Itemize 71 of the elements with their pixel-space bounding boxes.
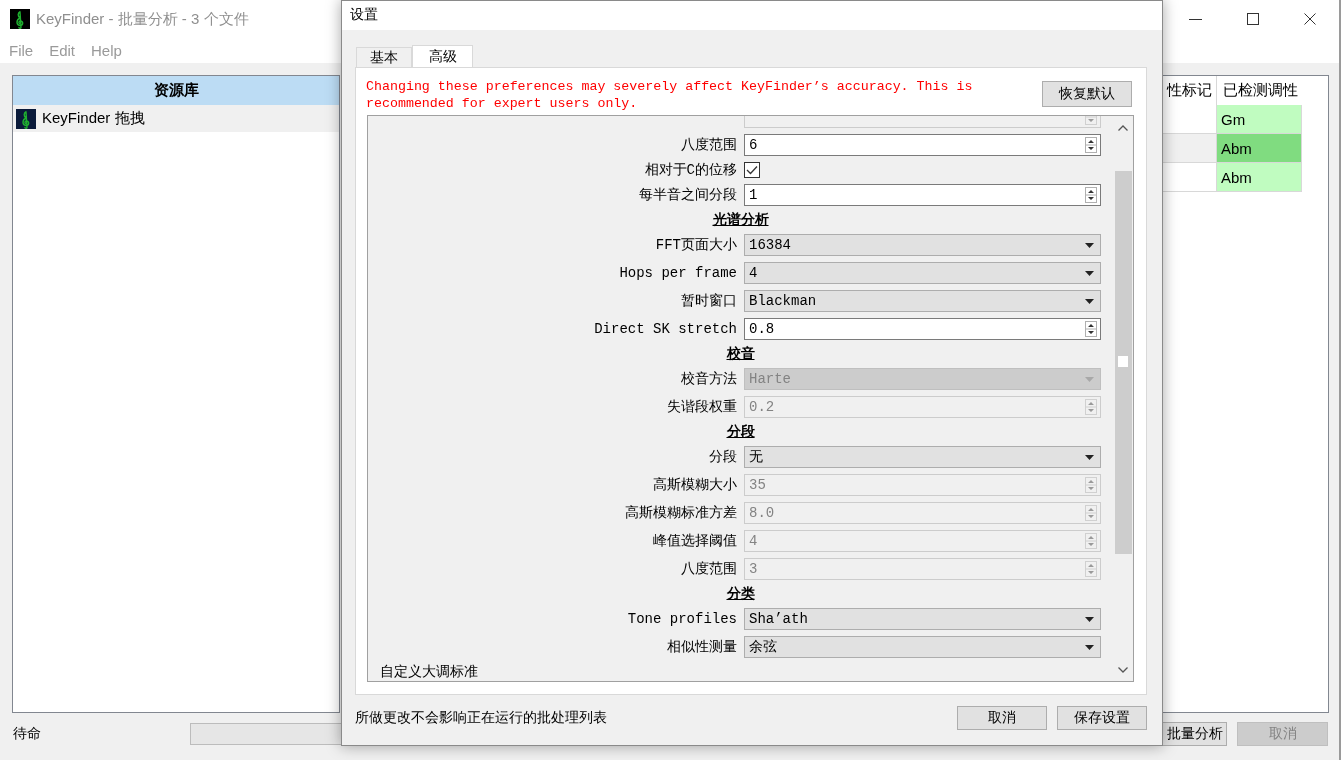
group-label: 自定义大调标准 bbox=[380, 664, 478, 680]
spin-arrows-icon bbox=[1085, 321, 1097, 337]
field-label: Tone profiles bbox=[627, 611, 737, 627]
status-text: 待命 bbox=[13, 725, 42, 743]
field-label: Hops per frame bbox=[619, 265, 737, 281]
section-heading: 光谱分析 bbox=[712, 212, 769, 228]
dropdown-field[interactable]: 无 bbox=[744, 446, 1101, 468]
cancel-button[interactable]: 取消 bbox=[957, 706, 1047, 730]
scroll-down-icon[interactable] bbox=[1118, 667, 1128, 673]
close-icon[interactable] bbox=[1304, 13, 1316, 25]
dropdown-field[interactable]: 16384 bbox=[744, 234, 1101, 256]
spin-field[interactable]: 0.8 bbox=[744, 318, 1101, 340]
field-label: 高斯模糊大小 bbox=[653, 477, 737, 493]
spin-arrows-icon bbox=[1085, 561, 1097, 577]
dropdown-arrow-icon bbox=[1085, 270, 1094, 276]
scrollbar-thumb[interactable] bbox=[1114, 171, 1132, 554]
library-header: 资源库 bbox=[13, 76, 339, 105]
warning-text: Changing these preferences may severely affect KeyFinder’s accuracy. This is recommended for expert users only. bbox=[366, 78, 974, 112]
key-cell: Gm bbox=[1217, 105, 1302, 134]
key-cell: Abm bbox=[1217, 134, 1302, 163]
dropdown-arrow-icon bbox=[1085, 298, 1094, 304]
dropdown-arrow-icon bbox=[1085, 616, 1094, 622]
dropdown-field[interactable]: 4 bbox=[744, 262, 1101, 284]
spin-arrows-icon bbox=[1085, 505, 1097, 521]
dropdown-arrow-icon bbox=[1085, 644, 1094, 650]
spin-field[interactable]: 6 bbox=[744, 134, 1101, 156]
tab[interactable]: 高级 bbox=[412, 45, 473, 67]
info-text: 所做更改不会影响正在运行的批处理列表 bbox=[355, 709, 607, 727]
dropdown-field[interactable]: Blackman bbox=[744, 290, 1101, 312]
section-heading: 分类 bbox=[726, 586, 755, 602]
section-heading: 分段 bbox=[726, 424, 755, 440]
field-label: 失谐段权重 bbox=[667, 399, 737, 415]
dropdown-field[interactable]: Sha’ath bbox=[744, 608, 1101, 630]
save-button[interactable]: 保存设置 bbox=[1057, 706, 1147, 730]
spin-arrows-icon bbox=[1085, 187, 1097, 203]
spin-arrows-icon bbox=[1085, 137, 1097, 153]
clef-icon bbox=[10, 9, 30, 29]
dialog-title: 设置 bbox=[350, 5, 378, 24]
field-label: 校音方法 bbox=[681, 371, 737, 387]
field-label: 相似性测量 bbox=[667, 639, 737, 655]
field-label: Direct SK stretch bbox=[594, 321, 737, 337]
field-label: 高斯模糊标准方差 bbox=[625, 505, 737, 521]
maximize-icon[interactable] bbox=[1247, 13, 1259, 25]
tab[interactable]: 基本 bbox=[356, 47, 412, 67]
key-cell: Abm bbox=[1217, 163, 1302, 192]
field-label: 八度范围 bbox=[681, 561, 737, 577]
spin-field[interactable]: 1 bbox=[744, 184, 1101, 206]
dropdown-arrow-icon bbox=[1085, 454, 1094, 460]
column-header[interactable]: 已检测调性 bbox=[1217, 76, 1302, 105]
dropdown-arrow-icon bbox=[1085, 376, 1094, 382]
reset-button[interactable]: 恢复默认 bbox=[1042, 81, 1132, 107]
field-label: 每半音之间分段 bbox=[639, 187, 737, 203]
dropdown-field[interactable]: 余弦 bbox=[744, 636, 1101, 658]
clef-icon bbox=[16, 108, 36, 129]
batch-analyze-button[interactable]: 批量分析 bbox=[1162, 722, 1227, 746]
field-label: 暂时窗口 bbox=[681, 293, 737, 309]
library-item[interactable]: KeyFinder 拖拽 bbox=[13, 105, 339, 132]
window-title: KeyFinder - 批量分析 - 3 个文件 bbox=[36, 9, 249, 29]
field-label: FFT页面大小 bbox=[655, 237, 737, 253]
spin-arrows-icon bbox=[1085, 533, 1097, 549]
field-label: 分段 bbox=[709, 449, 737, 465]
spin-arrows-icon bbox=[1085, 399, 1097, 415]
dropdown-arrow-icon bbox=[1085, 242, 1094, 248]
field-label: 相对于C的位移 bbox=[644, 162, 737, 178]
spin-arrows-icon bbox=[1085, 477, 1097, 493]
field-label: 峰值选择阈值 bbox=[653, 533, 737, 549]
field-label: 八度范围 bbox=[681, 137, 737, 153]
checkbox[interactable] bbox=[744, 162, 760, 178]
scroll-up-icon[interactable] bbox=[1118, 125, 1128, 131]
grip-icon bbox=[1118, 356, 1128, 367]
section-heading: 校音 bbox=[726, 346, 755, 362]
